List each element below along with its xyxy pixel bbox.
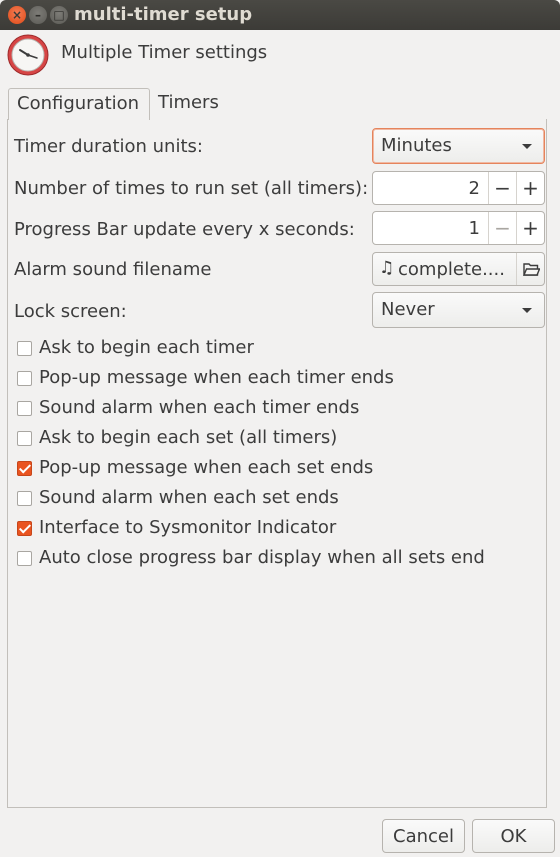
- settings-title: Multiple Timer settings: [61, 42, 268, 63]
- progress-update-decrement-button[interactable]: −: [488, 212, 516, 244]
- run-set-times-increment-button[interactable]: +: [516, 172, 544, 204]
- checkbox-label: Pop-up message when each timer ends: [39, 367, 394, 388]
- run-set-times-value[interactable]: 2: [469, 178, 480, 199]
- alarm-sound-file-chooser[interactable]: ♫ complete....: [372, 252, 545, 286]
- close-window-button[interactable]: ×: [8, 6, 26, 24]
- folder-open-icon: [522, 263, 540, 276]
- run-set-times-spinner[interactable]: 2 − +: [372, 171, 545, 205]
- checkbox-sysmonitor[interactable]: [17, 521, 32, 536]
- duration-units-label: Timer duration units:: [14, 136, 203, 157]
- lock-screen-dropdown[interactable]: Never: [372, 292, 545, 328]
- run-set-times-label: Number of times to run set (all timers):: [14, 178, 369, 199]
- window-title: multi-timer setup: [74, 4, 253, 25]
- checkbox-label: Ask to begin each timer: [39, 337, 254, 358]
- progress-update-label: Progress Bar update every x seconds:: [14, 219, 355, 240]
- checkbox-popup-set-ends[interactable]: [17, 461, 32, 476]
- run-set-times-decrement-button[interactable]: −: [488, 172, 516, 204]
- title-bar: × – □ multi-timer setup: [0, 0, 560, 30]
- checkbox-label: Interface to Sysmonitor Indicator: [39, 517, 337, 538]
- progress-update-spinner[interactable]: 1 − +: [372, 211, 545, 245]
- checkbox-label: Auto close progress bar display when all…: [39, 547, 485, 568]
- checkbox-sound-timer-ends[interactable]: [17, 401, 32, 416]
- music-note-icon: ♫: [379, 258, 395, 278]
- tab-configuration[interactable]: Configuration: [8, 88, 150, 120]
- clock-icon: [7, 34, 49, 76]
- maximize-window-button[interactable]: □: [50, 6, 68, 24]
- checkbox-ask-begin-timer[interactable]: [17, 341, 32, 356]
- checkbox-ask-begin-set[interactable]: [17, 431, 32, 446]
- checkbox-label: Pop-up message when each set ends: [39, 457, 374, 478]
- progress-update-increment-button[interactable]: +: [516, 212, 544, 244]
- minimize-window-button[interactable]: –: [29, 6, 47, 24]
- checkbox-label: Ask to begin each set (all timers): [39, 427, 338, 448]
- alarm-sound-label: Alarm sound filename: [14, 259, 212, 280]
- checkbox-sound-set-ends[interactable]: [17, 491, 32, 506]
- duration-units-dropdown[interactable]: Minutes: [372, 128, 545, 164]
- checkbox-popup-timer-ends[interactable]: [17, 371, 32, 386]
- tab-timers-label: Timers: [158, 92, 219, 113]
- open-file-button[interactable]: [516, 253, 544, 285]
- alarm-sound-filename: complete....: [398, 259, 505, 280]
- cancel-button[interactable]: Cancel: [382, 819, 465, 853]
- checkbox-label: Sound alarm when each set ends: [39, 487, 339, 508]
- tab-configuration-label: Configuration: [17, 93, 140, 114]
- checkbox-auto-close[interactable]: [17, 551, 32, 566]
- lock-screen-label: Lock screen:: [14, 301, 127, 322]
- ok-button[interactable]: OK: [472, 819, 555, 853]
- checkbox-label: Sound alarm when each timer ends: [39, 397, 360, 418]
- progress-update-value[interactable]: 1: [469, 218, 480, 239]
- duration-units-value: Minutes: [381, 135, 452, 156]
- dropdown-arrow-icon: [522, 308, 532, 313]
- lock-screen-value: Never: [381, 299, 435, 320]
- tab-timers[interactable]: Timers: [150, 88, 230, 120]
- dropdown-arrow-icon: [522, 144, 532, 149]
